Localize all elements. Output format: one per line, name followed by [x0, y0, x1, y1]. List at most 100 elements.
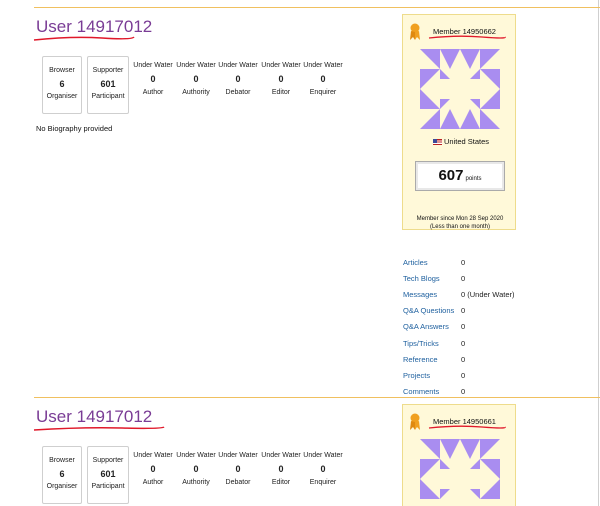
- red-annotation-underline: [428, 425, 506, 429]
- badge-browser[interactable]: Browser 6 Organiser: [42, 56, 82, 114]
- stat-value: 0: [461, 339, 466, 348]
- member-card: Member 14950662 United States 607 points…: [402, 14, 516, 230]
- points-box: 607 points: [415, 161, 505, 191]
- reputation-editor: Under Water 0 Editor: [261, 60, 301, 98]
- rep-status: Under Water: [261, 62, 301, 69]
- badge-count: 601: [100, 79, 116, 89]
- rep-count: 0: [193, 74, 199, 84]
- stat-link[interactable]: Q&A Questions: [403, 306, 461, 315]
- stat-value: 0: [461, 355, 466, 364]
- rep-count: 0: [320, 464, 326, 474]
- reputation-debator: Under Water 0 Debator: [218, 450, 258, 488]
- rep-count: 0: [150, 464, 156, 474]
- ribbon-badge-icon: [410, 413, 420, 430]
- rep-count: 0: [320, 74, 326, 84]
- country-label: United States: [433, 137, 489, 146]
- rep-category: Enquirer: [309, 479, 337, 486]
- stat-row: Q&A Questions 0: [403, 306, 465, 315]
- stat-value: 0: [461, 371, 466, 380]
- rep-status: Under Water: [176, 62, 216, 69]
- rep-status: Under Water: [303, 62, 343, 69]
- rep-status: Under Water: [261, 452, 301, 459]
- badge-count: 6: [59, 469, 65, 479]
- ribbon-badge-icon: [410, 23, 420, 40]
- stat-link[interactable]: Tech Blogs: [403, 274, 461, 283]
- stat-link[interactable]: Tips/Tricks: [403, 339, 461, 348]
- points-label: points: [465, 176, 482, 182]
- points-value: 607: [438, 167, 464, 184]
- stat-value: 0 (Under Water): [461, 290, 515, 299]
- badge-title: Supporter: [92, 67, 124, 74]
- badge-supporter[interactable]: Supporter 601 Participant: [87, 446, 129, 504]
- rep-status: Under Water: [303, 452, 343, 459]
- reputation-authority: Under Water 0 Authority: [176, 60, 216, 98]
- reputation-enquirer: Under Water 0 Enquirer: [303, 60, 343, 98]
- identicon-avatar: [420, 439, 500, 499]
- reputation-enquirer: Under Water 0 Enquirer: [303, 450, 343, 488]
- badge-count: 6: [59, 79, 65, 89]
- rep-status: Under Water: [218, 62, 258, 69]
- rep-status: Under Water: [176, 452, 216, 459]
- badge-level: Organiser: [46, 93, 78, 100]
- stat-link[interactable]: Reference: [403, 355, 461, 364]
- member-since: Member since Mon 28 Sep 2020 (Less than …: [403, 215, 517, 231]
- rep-status: Under Water: [133, 452, 173, 459]
- reputation-author: Under Water 0 Author: [133, 60, 173, 98]
- top-divider: [34, 7, 600, 8]
- rep-category: Editor: [271, 89, 291, 96]
- badge-supporter[interactable]: Supporter 601 Participant: [87, 56, 129, 114]
- stat-value: 0: [461, 322, 466, 331]
- rep-category: Debator: [225, 479, 251, 486]
- reputation-author: Under Water 0 Author: [133, 450, 173, 488]
- stat-value: 0: [461, 387, 466, 396]
- stat-value: 0: [461, 258, 466, 267]
- rep-count: 0: [235, 74, 241, 84]
- badge-browser[interactable]: Browser 6 Organiser: [42, 446, 82, 504]
- badge-count: 601: [100, 469, 116, 479]
- us-flag-icon: [433, 139, 442, 146]
- stat-link[interactable]: Projects: [403, 371, 461, 380]
- rep-count: 0: [235, 464, 241, 474]
- rep-category: Editor: [271, 479, 291, 486]
- identicon-avatar: [420, 49, 500, 129]
- red-annotation-underline: [33, 426, 165, 431]
- member-card: Member 14950661: [402, 404, 516, 506]
- page-right-border: [598, 0, 599, 506]
- badge-title: Browser: [49, 67, 75, 74]
- badge-level: Organiser: [46, 483, 78, 490]
- rep-category: Enquirer: [309, 89, 337, 96]
- stat-link[interactable]: Messages: [403, 290, 461, 299]
- stat-link[interactable]: Articles: [403, 258, 461, 267]
- stat-row: Q&A Answers 0: [403, 322, 465, 331]
- reputation-editor: Under Water 0 Editor: [261, 450, 301, 488]
- badge-title: Supporter: [92, 457, 124, 464]
- rep-count: 0: [278, 464, 284, 474]
- stat-row: Articles 0: [403, 258, 465, 267]
- rep-status: Under Water: [133, 62, 173, 69]
- rep-count: 0: [193, 464, 199, 474]
- rep-count: 0: [278, 74, 284, 84]
- red-annotation-underline: [33, 36, 135, 41]
- reputation-authority: Under Water 0 Authority: [176, 450, 216, 488]
- stat-row: Comments 0: [403, 387, 465, 396]
- badge-title: Browser: [49, 457, 75, 464]
- stat-link[interactable]: Comments: [403, 387, 461, 396]
- rep-category: Authority: [182, 89, 210, 96]
- member-since-date: Member since Mon 28 Sep 2020: [416, 216, 504, 222]
- rep-category: Author: [142, 479, 164, 486]
- profile-divider: [34, 397, 600, 398]
- rep-count: 0: [150, 74, 156, 84]
- member-since-duration: (Less than one month): [429, 224, 491, 230]
- rep-status: Under Water: [218, 452, 258, 459]
- stat-row: Reference 0: [403, 355, 465, 364]
- stat-row: Tech Blogs 0: [403, 274, 465, 283]
- badge-level: Participant: [91, 93, 125, 100]
- biography-text: No Biography provided: [36, 124, 113, 133]
- stat-value: 0: [461, 306, 466, 315]
- stat-row: Messages 0 (Under Water): [403, 290, 515, 299]
- badge-level: Participant: [91, 483, 125, 490]
- stat-link[interactable]: Q&A Answers: [403, 322, 461, 331]
- red-annotation-underline: [428, 35, 506, 39]
- country-name: United States: [444, 137, 490, 146]
- stat-value: 0: [461, 274, 466, 283]
